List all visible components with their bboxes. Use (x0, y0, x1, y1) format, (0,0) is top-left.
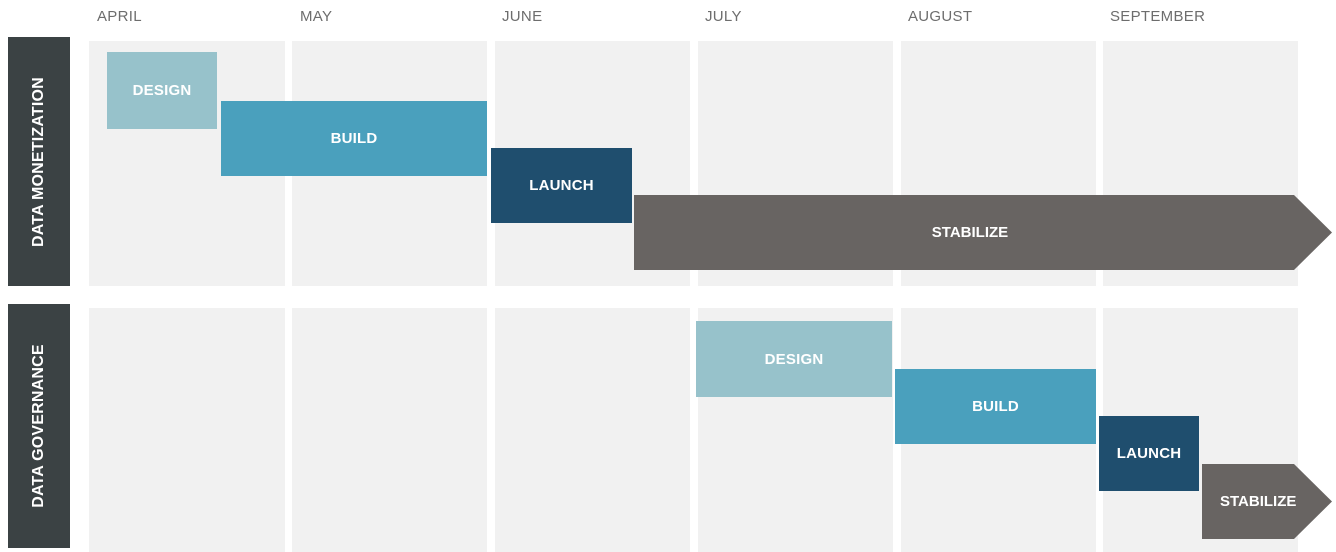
row-label-data-monetization: DATA MONETIZATION (8, 37, 70, 286)
phase-label: BUILD (972, 398, 1019, 415)
phase-label: LAUNCH (1116, 445, 1182, 462)
month-label-june: JUNE (502, 8, 543, 25)
phase-stabilize-arrow: STABILIZE (634, 195, 1332, 270)
row-label-data-governance: DATA GOVERNANCE (8, 304, 70, 548)
grid-cell-governance-june (495, 308, 690, 552)
phase-label: DESIGN (132, 82, 192, 99)
phase-design-bar: DESIGN (696, 321, 892, 397)
month-label-july: JULY (705, 8, 742, 25)
month-label-may: MAY (300, 8, 333, 25)
phase-label: DESIGN (764, 350, 824, 368)
phase-stabilize-arrow: STABILIZE (1202, 464, 1332, 539)
row-label-text: DATA MONETIZATION (30, 76, 47, 247)
phase-label: LAUNCH (529, 177, 594, 194)
month-label-september: SEPTEMBER (1110, 8, 1206, 25)
month-label-april: APRIL (97, 8, 142, 25)
phase-design-bar: DESIGN (107, 52, 217, 129)
phase-label: STABILIZE (931, 224, 1009, 241)
phase-label: BUILD (330, 130, 378, 147)
phase-launch-bar: LAUNCH (491, 148, 632, 223)
grid-cell-governance-may (292, 308, 487, 552)
month-label-august: AUGUST (908, 8, 973, 25)
phase-launch-bar: LAUNCH (1099, 416, 1199, 491)
phase-label: STABILIZE (1220, 493, 1297, 510)
phase-build-bar: BUILD (895, 369, 1096, 444)
phase-build-bar: BUILD (221, 101, 487, 176)
row-label-text: DATA GOVERNANCE (30, 344, 47, 508)
grid-cell-governance-april (89, 308, 285, 552)
